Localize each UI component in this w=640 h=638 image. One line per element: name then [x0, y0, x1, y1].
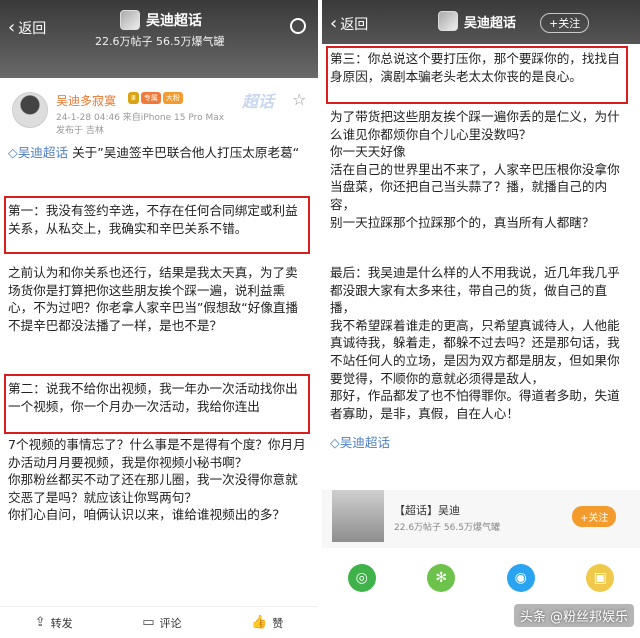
post-para-7: 最后：我吴迪是什么样的人不用我说，近几年我几乎都没跟大家有太多来往，带自己的货，…: [330, 265, 620, 421]
avatar[interactable]: [12, 92, 48, 128]
star-icon[interactable]: ☆: [292, 90, 306, 109]
post-para-5: 第三：你总说这个要打压你，那个要踩你的，找找自身原因，演剧本骗老头老太太你丧的是…: [330, 51, 620, 84]
back-button[interactable]: ‹ 返回: [330, 14, 368, 34]
chevron-left-icon: ‹: [8, 17, 16, 38]
comment-label: 评论: [159, 616, 182, 630]
more-circle-icon[interactable]: [290, 18, 306, 34]
follow-button[interactable]: +关注: [540, 13, 590, 33]
post-card: 吴迪多寂寞 Ⅲ 专属 大粉 24-1-28 04:46 来自iPhone 15 …: [0, 78, 318, 638]
post-para-1: 第一：我没有签约辛选，不存在任何合同绑定或利益关系，从私交上，我确实和辛巴关系不…: [8, 203, 298, 236]
toutiao-watermark: 头条 @粉丝邦娱乐: [513, 604, 634, 627]
topic-card-stats: 22.6万帖子 56.5万爆气罐: [394, 523, 500, 533]
topic-avatar[interactable]: [120, 10, 140, 30]
topic-header: ‹ 返回 吴迪超话 +关注: [322, 0, 640, 44]
topic-link[interactable]: 吴迪超话: [18, 145, 68, 160]
member-badge: 专属: [140, 92, 161, 104]
topic-card[interactable]: 【超话】吴迪 22.6万帖子 56.5万爆气罐 +关注: [322, 490, 640, 548]
post-intro: ◇吴迪超话 关于”吴迪签辛巴联合他人打压太原老葛“: [8, 144, 310, 162]
post-location: 发布于 吉林: [56, 126, 104, 136]
album-icon[interactable]: ▣: [586, 564, 615, 592]
back-label: 返回: [18, 21, 47, 37]
topic-card-title: 【超话】吴迪: [394, 504, 460, 517]
diamond-icon: ◇: [8, 145, 18, 160]
intro-text: 关于”吴迪签辛巴联合他人打压太原老葛“: [68, 145, 300, 160]
wechat-icon[interactable]: ◎: [347, 564, 376, 592]
topic-link[interactable]: 吴迪超话: [340, 435, 390, 450]
thumbs-up-icon: 👍: [251, 615, 268, 630]
post-para-3: 第二：说我不给你出视频，我一年办一次活动找你出一个视频，你一个月办一次活动，我给…: [8, 381, 298, 414]
follow-button[interactable]: +关注: [572, 506, 617, 527]
footer-area: 头条 @粉丝邦娱乐: [322, 600, 640, 638]
back-button[interactable]: ‹ 返回: [8, 18, 46, 38]
post-action-bar: ⇪ 转发 ▭ 评论 👍 赞: [0, 606, 318, 638]
chevron-left-icon: ‹: [330, 13, 338, 34]
post-para-6: 为了带货把这些朋友挨个踩一遍你丢的是仁义，为什么谁见你都烦你自个儿心里没数吗？ …: [330, 109, 620, 230]
post-para-4: 7个视频的事情忘了？什么事是不是得有个度？你月月办活动月月要视频，我是你视频小秘…: [8, 437, 306, 523]
level-badge: Ⅲ: [128, 92, 139, 104]
topic-header: ‹ 返回 吴迪超话 22.6万帖子 56.5万爆气罐: [0, 0, 318, 78]
author-badges: Ⅲ 专属 大粉: [128, 92, 183, 104]
back-label: 返回: [340, 17, 369, 33]
share-row: ◎ ✻ ◉ ▣: [322, 560, 640, 596]
like-button[interactable]: 👍 赞: [251, 615, 283, 631]
supertopic-watermark: 超话: [242, 92, 275, 111]
share-icon: ⇪: [34, 615, 46, 630]
topic-thumbnail: [332, 490, 384, 542]
like-label: 赞: [272, 616, 284, 630]
left-screenshot: ‹ 返回 吴迪超话 22.6万帖子 56.5万爆气罐 吴迪多寂寞 Ⅲ 专属 大粉…: [0, 0, 318, 638]
post-end-link: ◇吴迪超话: [330, 434, 632, 452]
fan-badge: 大粉: [162, 92, 183, 104]
topic-title: 吴迪超话: [464, 16, 517, 31]
topic-avatar[interactable]: [438, 11, 458, 31]
repost-button[interactable]: ⇪ 转发: [35, 615, 73, 631]
post-meta: 24-1-28 04:46 来自iPhone 15 Pro Max: [56, 113, 225, 123]
topic-title: 吴迪超话: [146, 13, 202, 29]
repost-label: 转发: [50, 616, 73, 630]
post-author-name[interactable]: 吴迪多寂寞: [56, 92, 116, 109]
post-para-2: 之前认为和你关系也还行，结果是我太天真，为了卖场货你是打算把你这些朋友挨个踩一遍…: [8, 265, 299, 333]
qq-icon[interactable]: ◉: [506, 564, 535, 592]
moments-icon[interactable]: ✻: [427, 564, 456, 592]
right-screenshot: ‹ 返回 吴迪超话 +关注 第三：你总说这个要打压你，那个要踩你的，找找自身原因…: [322, 0, 640, 638]
diamond-icon: ◇: [330, 435, 340, 450]
comment-button[interactable]: ▭ 评论: [142, 615, 181, 631]
comment-icon: ▭: [142, 615, 155, 630]
topic-stats: 22.6万帖子 56.5万爆气罐: [95, 35, 225, 48]
